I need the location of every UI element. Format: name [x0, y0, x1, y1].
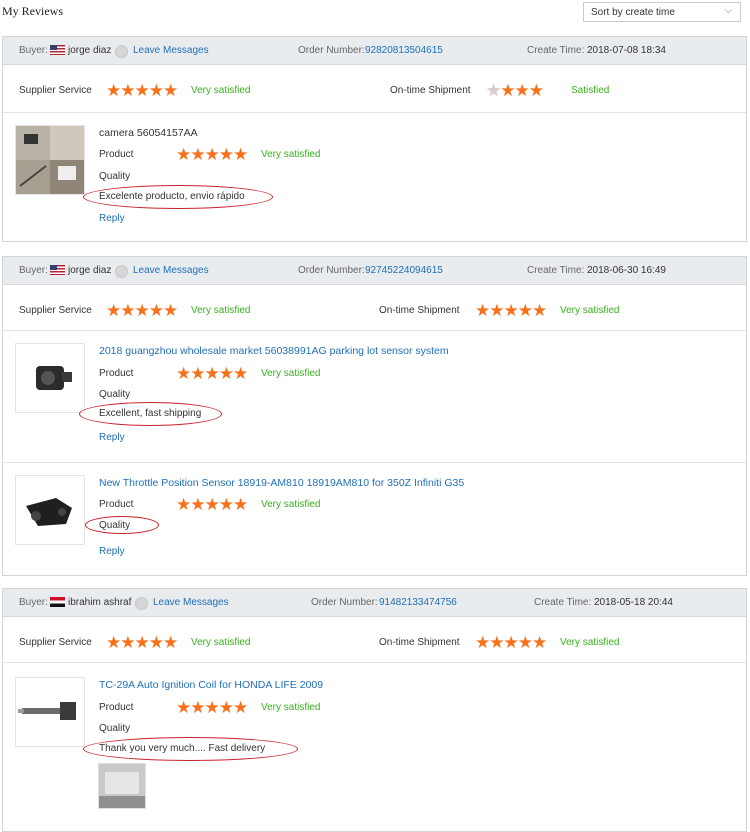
buyer-name: jorge diaz — [68, 45, 112, 56]
order-number[interactable]: 92745224094615 — [365, 265, 443, 276]
review-photo-image — [99, 764, 145, 808]
quality-label: Quality — [99, 171, 131, 182]
buyer-name: ibrahim ashraf — [68, 597, 132, 608]
create-time-label: Create Time: — [534, 597, 592, 608]
reply-link[interactable]: Reply — [99, 546, 125, 557]
quality-label: Quality — [99, 389, 131, 400]
product-rating-text: Very satisfied — [261, 149, 321, 160]
quality-label: Quality — [99, 723, 131, 734]
review-card: Buyer: ibrahim ashraf Leave Messages Ord… — [2, 588, 747, 832]
star-icon: ★★★★★ — [475, 301, 547, 320]
star-empty-icon: ★ — [486, 81, 501, 100]
review-comment: Thank you very much.... Fast delivery — [99, 743, 266, 754]
review-header: Buyer: ibrahim ashraf Leave Messages Ord… — [3, 589, 746, 617]
seller-ratings: Supplier Service ★★★★★ Very satisfied On… — [3, 285, 746, 331]
buyer-name: jorge diaz — [68, 265, 112, 276]
star-icon: ★★★★★ — [176, 698, 248, 717]
camera-product-image — [16, 126, 84, 194]
on-time-shipment-text: Very satisfied — [560, 637, 620, 648]
product-label: Product — [99, 368, 134, 379]
medal-icon — [135, 597, 148, 610]
create-time-label: Create Time: — [527, 265, 585, 276]
review-card: Buyer: jorge diaz Leave Messages Order N… — [2, 36, 747, 242]
star-icon: ★★★★★ — [176, 364, 248, 383]
leave-messages-link[interactable]: Leave Messages — [153, 597, 229, 608]
page-title: My Reviews — [2, 4, 63, 18]
sensor-product-image — [36, 366, 72, 390]
medal-icon — [115, 265, 128, 278]
throttle-sensor-image — [26, 498, 72, 526]
product-name-link[interactable]: New Throttle Position Sensor 18919-AM810… — [99, 477, 464, 489]
supplier-service-text: Very satisfied — [191, 305, 251, 316]
product-review: 2018 guangzhou wholesale market 56038991… — [3, 331, 746, 463]
order-number[interactable]: 91482133474756 — [379, 597, 457, 608]
review-photo[interactable] — [98, 763, 146, 809]
leave-messages-link[interactable]: Leave Messages — [133, 45, 209, 56]
product-name-link[interactable]: 2018 guangzhou wholesale market 56038991… — [99, 345, 449, 357]
create-time-label: Create Time: — [527, 45, 585, 56]
create-time: 2018-07-08 18:34 — [587, 45, 666, 56]
product-rating-text: Very satisfied — [261, 368, 321, 379]
product-stars: ★★★★★ — [176, 698, 248, 717]
review-comment: Excelente producto, envio rápido — [99, 191, 245, 202]
leave-messages-link[interactable]: Leave Messages — [133, 265, 209, 276]
sort-label: Sort by create time — [591, 7, 675, 18]
us-flag-icon — [50, 265, 65, 275]
quality-label: Quality — [99, 520, 131, 531]
review-card: Buyer: jorge diaz Leave Messages Order N… — [2, 256, 747, 576]
supplier-service-text: Very satisfied — [191, 85, 251, 96]
product-image[interactable] — [15, 343, 85, 413]
review-header: Buyer: jorge diaz Leave Messages Order N… — [3, 257, 746, 285]
chevron-down-icon: ⌵ — [724, 5, 732, 16]
supplier-service-label: Supplier Service — [19, 85, 92, 96]
star-icon: ★★★★★ — [475, 633, 547, 652]
seller-ratings: Supplier Service ★★★★★ Very satisfied On… — [3, 617, 746, 663]
buyer-label: Buyer: — [19, 265, 48, 276]
supplier-service-text: Very satisfied — [191, 637, 251, 648]
sort-dropdown[interactable]: Sort by create time ⌵ — [583, 2, 741, 22]
product-label: Product — [99, 149, 134, 160]
buyer-label: Buyer: — [19, 45, 48, 56]
product-image[interactable] — [15, 125, 85, 195]
product-name: camera 56054157AA — [99, 127, 198, 139]
buyer-label: Buyer: — [19, 597, 48, 608]
create-time: 2018-05-18 20:44 — [594, 597, 673, 608]
order-number-label: Order Number: — [311, 597, 378, 608]
star-icon: ★★★★★ — [176, 495, 248, 514]
us-flag-icon — [50, 45, 65, 55]
reply-link[interactable]: Reply — [99, 432, 125, 443]
review-comment: Excellent, fast shipping — [99, 408, 202, 419]
star-icon: ★★★★★ — [106, 633, 178, 652]
supplier-service-label: Supplier Service — [19, 305, 92, 316]
create-time: 2018-06-30 16:49 — [587, 265, 666, 276]
order-number[interactable]: 92820813504615 — [365, 45, 443, 56]
supplier-service-label: Supplier Service — [19, 637, 92, 648]
product-rating-text: Very satisfied — [261, 499, 321, 510]
eg-flag-icon — [50, 597, 65, 607]
order-number-label: Order Number: — [298, 265, 365, 276]
on-time-shipment-label: On-time Shipment — [390, 85, 471, 96]
product-image[interactable] — [15, 475, 85, 545]
on-time-shipment-text: Satisfied — [571, 85, 610, 96]
product-stars: ★★★★★ — [176, 145, 248, 164]
review-header: Buyer: jorge diaz Leave Messages Order N… — [3, 37, 746, 65]
medal-icon — [115, 45, 128, 58]
on-time-shipment-text: Very satisfied — [560, 305, 620, 316]
product-label: Product — [99, 499, 134, 510]
star-icon: ★★★★★ — [176, 145, 248, 164]
star-icon: ★★★★★ — [106, 81, 178, 100]
on-time-shipment-label: On-time Shipment — [379, 637, 460, 648]
reply-link[interactable]: Reply — [99, 213, 125, 224]
ignition-coil-image — [18, 702, 76, 720]
order-number-label: Order Number: — [298, 45, 365, 56]
product-label: Product — [99, 702, 134, 713]
product-image[interactable] — [15, 677, 85, 747]
star-icon: ★★★★★ — [106, 301, 178, 320]
product-name-link[interactable]: TC-29A Auto Ignition Coil for HONDA LIFE… — [99, 679, 323, 691]
on-time-shipment-label: On-time Shipment — [379, 305, 460, 316]
product-stars: ★★★★★ — [176, 495, 248, 514]
seller-ratings: Supplier Service ★★★★★ Very satisfied On… — [3, 65, 746, 113]
product-rating-text: Very satisfied — [261, 702, 321, 713]
